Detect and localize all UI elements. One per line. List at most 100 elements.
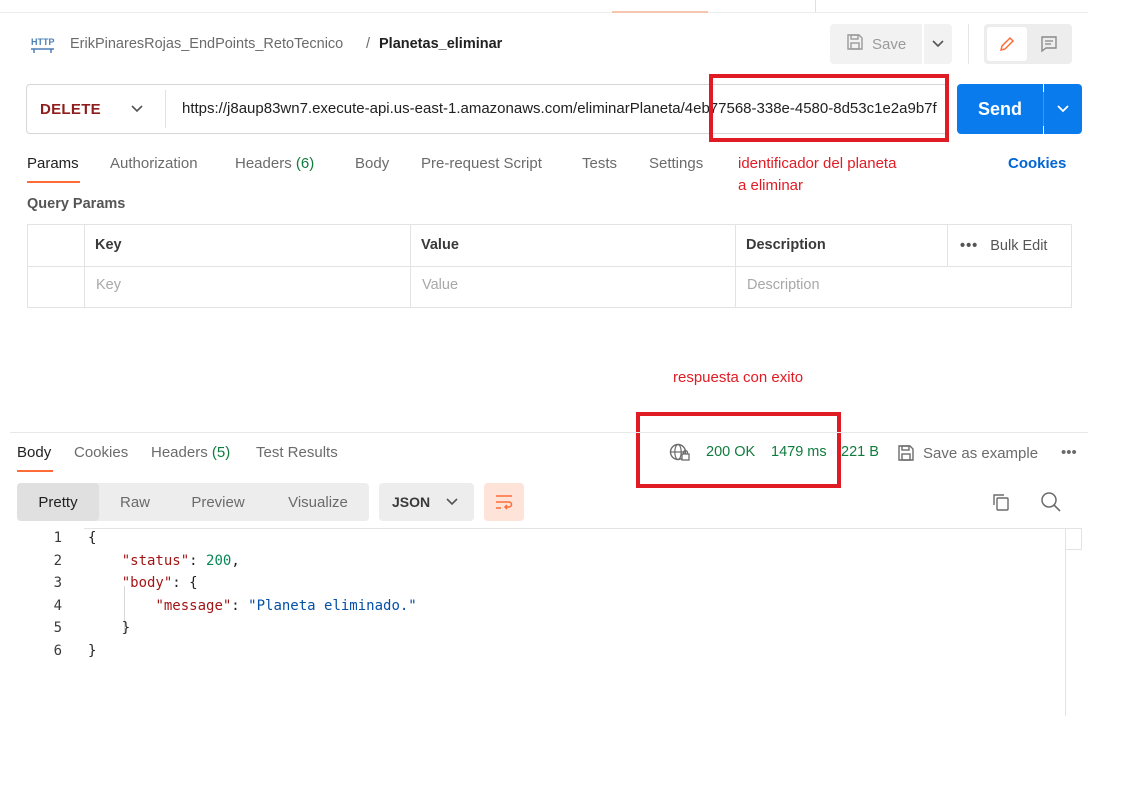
send-options-button[interactable] [1044,84,1082,134]
code-line: { [88,530,96,552]
url-divider [165,90,166,128]
line-number: 6 [53,643,62,659]
view-mode-segmented: Pretty Raw Preview Visualize [17,483,369,521]
status-code[interactable]: 200 OK [706,444,755,460]
response-body-editor[interactable]: 1 { 2 "status": 200, 3 "body": { 4 "mess… [0,528,1082,718]
annotation-url-note: identificador del planeta a eliminar [738,153,896,197]
params-row-check [28,267,85,307]
breadcrumb-request-name[interactable]: Planetas_eliminar [379,36,502,52]
view-raw[interactable]: Raw [109,483,161,521]
line-number: 5 [53,620,62,636]
response-tab-underline [17,470,53,472]
param-description-input[interactable]: Description [736,267,1071,307]
save-button[interactable]: Save [830,24,922,64]
bulk-edit-cell: ••• Bulk Edit [948,225,1071,267]
tab-authorization[interactable]: Authorization [110,155,198,172]
breadcrumb-collection[interactable]: ErikPinaresRojas_EndPoints_RetoTecnico [70,36,343,52]
tab-label: Pre-request Script [421,155,542,172]
cookies-link[interactable]: Cookies [1008,155,1066,172]
method-select[interactable]: DELETE [40,101,101,118]
response-tab-body[interactable]: Body [17,444,51,461]
code-punct: : [231,598,249,614]
send-button[interactable]: Send [957,84,1043,134]
more-options-icon[interactable]: ••• [960,238,978,254]
edit-docs-toggle [984,24,1072,64]
bulk-edit-link[interactable]: Bulk Edit [990,238,1047,254]
params-header-description: Description [736,225,948,267]
search-icon[interactable] [1040,491,1062,516]
tab-params[interactable]: Params [27,155,79,172]
save-icon [898,445,914,461]
tab-tests[interactable]: Tests [582,155,617,172]
tab-pre-request-script[interactable]: Pre-request Script [421,155,542,172]
view-pretty[interactable]: Pretty [17,483,99,521]
line-number: 3 [53,575,62,591]
view-visualize[interactable]: Visualize [277,483,359,521]
tab-count: (5) [211,444,231,461]
tab-label: Authorization [110,155,198,172]
wrap-lines-button[interactable] [484,483,524,521]
tab-headers[interactable]: Headers (6) [235,155,314,172]
breadcrumb-separator: / [366,36,371,52]
save-as-example-label: Save as example [923,444,1039,462]
code-line: "status": 200, [88,553,240,575]
response-size[interactable]: 221 B [841,444,879,460]
save-icon [846,33,864,55]
wrap-lines-icon [496,495,513,510]
code-punct: } [88,643,97,659]
annotation-response-note: respuesta con exito [673,369,804,386]
format-select[interactable]: JSON [379,483,474,521]
tab-settings[interactable]: Settings [649,155,703,172]
params-table: Key Value Description ••• Bulk Edit Key … [27,224,1072,308]
method-chevron-icon[interactable] [130,100,144,119]
active-tab-underline [27,181,80,183]
tab-count: (6) [295,155,315,172]
save-options-button[interactable] [924,24,952,64]
response-tab-headers[interactable]: Headers (5) [151,444,230,461]
response-time[interactable]: 1479 ms [771,444,827,460]
comment-icon [1041,36,1057,53]
response-divider [10,432,1088,433]
query-params-title: Query Params [27,196,126,212]
tab-label: Params [27,155,79,172]
param-key-input[interactable]: Key [85,267,411,307]
active-tab-indicator [612,11,708,13]
annotation-url-note-line2: a eliminar [738,177,804,194]
chevron-down-icon [932,40,944,48]
tab-body[interactable]: Body [355,155,389,172]
code-punct: } [88,620,131,636]
annotation-url-note-line1: identificador del planeta [738,155,897,172]
tab-label: Test Results [256,444,338,461]
save-label: Save [872,35,907,53]
globe-icon[interactable] [669,443,691,466]
copy-icon[interactable] [991,492,1011,515]
top-separator [815,0,816,12]
params-header-key: Key [85,225,411,267]
line-number: 2 [53,553,62,569]
json-number: 200 [206,553,232,569]
tab-label: Headers [151,444,208,461]
http-request-icon: HTTP [30,34,56,54]
response-more-icon[interactable]: ••• [1061,444,1077,461]
response-tab-cookies[interactable]: Cookies [74,444,128,461]
line-number: 4 [53,598,62,614]
pencil-icon [999,36,1015,52]
format-label: JSON [392,494,431,510]
response-tab-test-results[interactable]: Test Results [256,444,338,461]
comments-button[interactable] [1029,27,1069,61]
code-punct: , [231,553,240,569]
params-check-header [28,225,85,267]
view-preview[interactable]: Preview [179,483,257,521]
edit-mode-button[interactable] [987,27,1027,61]
save-as-example-button[interactable]: Save as example [897,444,1038,462]
param-value-input[interactable]: Value [411,267,736,307]
chevron-down-icon [1057,105,1069,113]
tab-label: Cookies [74,444,129,461]
code-line: } [88,643,96,665]
json-key: "status" [121,553,190,569]
tab-label: Body [17,444,52,461]
tab-label: Settings [649,155,704,172]
